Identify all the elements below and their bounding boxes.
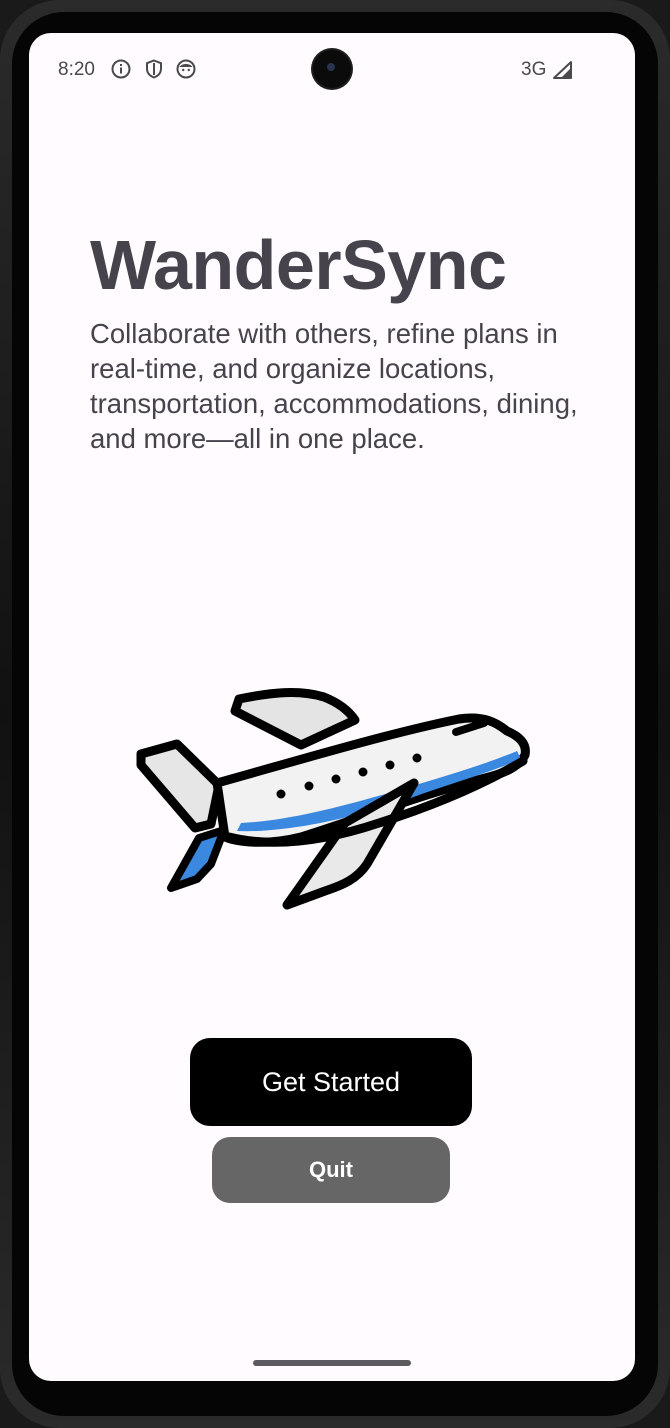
app-screen: 8:20 3G WanderSync Collaborate with othe…	[29, 33, 635, 1381]
status-time: 8:20	[58, 59, 95, 80]
shield-icon	[146, 59, 162, 79]
home-indicator[interactable]	[253, 1360, 411, 1366]
front-camera	[313, 50, 351, 88]
info-icon	[111, 59, 131, 79]
app-description: Collaborate with others, refine plans in…	[90, 318, 578, 454]
airplane-icon	[136, 688, 530, 910]
network-type: 3G	[521, 59, 547, 80]
quit-button[interactable]: Quit	[212, 1137, 450, 1203]
signal-icon	[553, 61, 572, 79]
get-started-button[interactable]: Get Started	[190, 1038, 472, 1126]
phone-frame: 8:20 3G WanderSync Collaborate with othe…	[0, 0, 670, 1428]
face-icon	[176, 59, 196, 79]
app-title: WanderSync	[90, 226, 507, 304]
status-bar: 8:20 3G	[29, 33, 635, 105]
